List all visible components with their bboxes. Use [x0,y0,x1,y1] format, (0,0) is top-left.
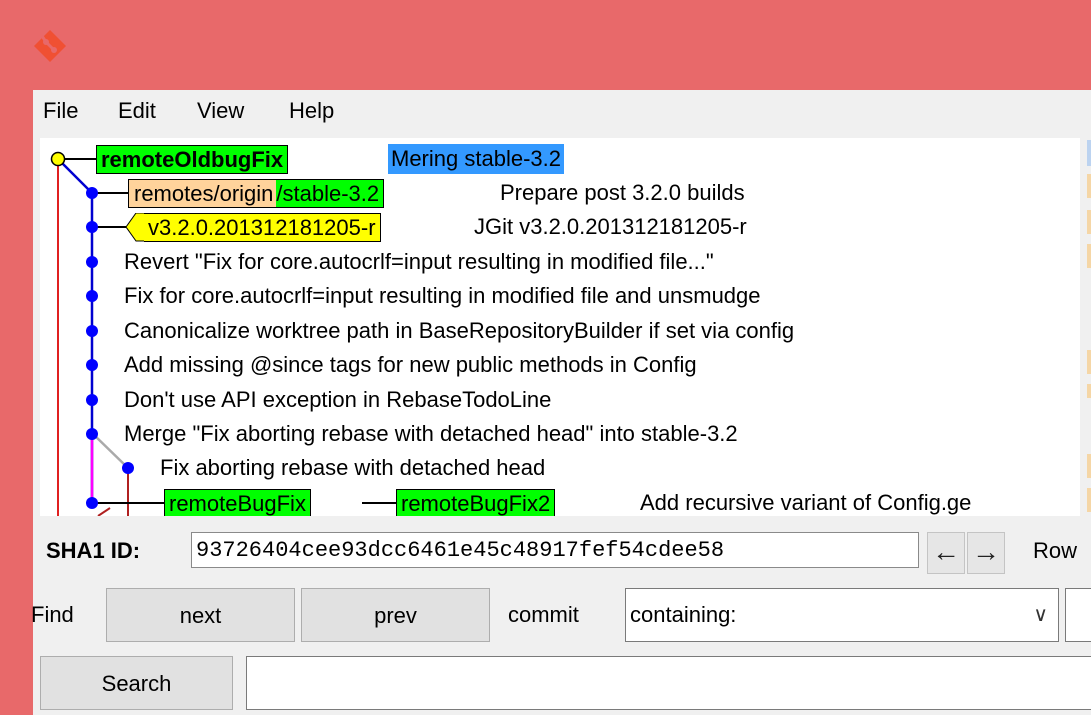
find-mode-value: containing: [630,602,737,627]
commit-message[interactable]: Add missing @since tags for new public m… [124,350,697,380]
commit-message[interactable]: Prepare post 3.2.0 builds [500,178,745,208]
git-logo-icon [34,30,66,62]
search-button[interactable]: Search [40,656,233,710]
find-mode-select[interactable]: containing: ∨ [625,588,1059,642]
commit-message[interactable]: Add recursive variant of Config.ge [640,488,971,516]
find-text-input[interactable] [1065,588,1091,642]
sha-bar: SHA1 ID: 93726404cee93dcc6461e45c48917fe… [33,526,1091,576]
find-prev-button[interactable]: prev [301,588,490,642]
row-label: Row [1033,538,1078,563]
menu-file[interactable]: File [43,98,78,124]
commit-message[interactable]: Merge "Fix aborting rebase with detached… [124,419,738,449]
commit-message[interactable]: Fix for core.autocrlf=input resulting in… [124,281,761,311]
remote-branch-name: /stable-3.2 [276,180,384,207]
tag-label[interactable]: v3.2.0.201312181205-r [144,213,381,242]
client-area: File Edit View Help remoteOldbugFix Meri… [31,90,1091,715]
back-button[interactable]: ← [927,532,965,574]
sha-input[interactable]: 93726404cee93dcc6461e45c48917fef54cdee58 [191,532,919,568]
branch-label[interactable]: remoteBugFix2 [396,489,556,516]
commit-graph-pane[interactable]: remoteOldbugFix Mering stable-3.2 remote… [40,138,1080,516]
remote-branch-label[interactable]: remotes/origin/stable-3.2 [128,179,385,208]
menu-edit[interactable]: Edit [118,98,156,124]
remote-prefix: remotes/origin [129,180,277,207]
menu-bar: File Edit View Help [33,90,1091,134]
forward-button[interactable]: → [967,532,1005,574]
search-bar: Search [33,652,1091,712]
find-bar: Find next prev commit containing: ∨ [31,584,1091,644]
search-input[interactable] [246,656,1091,710]
commit-message[interactable]: Canonicalize worktree path in BaseReposi… [124,316,794,346]
chevron-down-icon: ∨ [1033,604,1048,626]
find-next-button[interactable]: next [106,588,295,642]
branch-head-label[interactable]: remoteOldbugFix [96,145,289,174]
title-bar[interactable] [0,0,1091,90]
sha-label: SHA1 ID: [46,538,141,563]
commit-message[interactable]: Revert "Fix for core.autocrlf=input resu… [124,247,714,277]
commit-message[interactable]: Don't use API exception in RebaseTodoLin… [124,385,551,415]
gitk-window: File Edit View Help remoteOldbugFix Meri… [0,0,1091,715]
menu-help[interactable]: Help [289,98,334,124]
arrow-left-icon: ← [932,536,960,567]
author-column-edge [1087,140,1091,512]
arrow-right-icon: → [972,536,1000,567]
commit-message[interactable]: Fix aborting rebase with detached head [160,453,545,483]
menu-view[interactable]: View [197,98,244,124]
find-commit-label: commit [508,602,579,627]
find-label: Find [31,602,74,627]
branch-label[interactable]: remoteBugFix [164,489,311,516]
commit-message-selected[interactable]: Mering stable-3.2 [388,144,564,174]
commit-message[interactable]: JGit v3.2.0.201312181205-r [474,212,747,242]
